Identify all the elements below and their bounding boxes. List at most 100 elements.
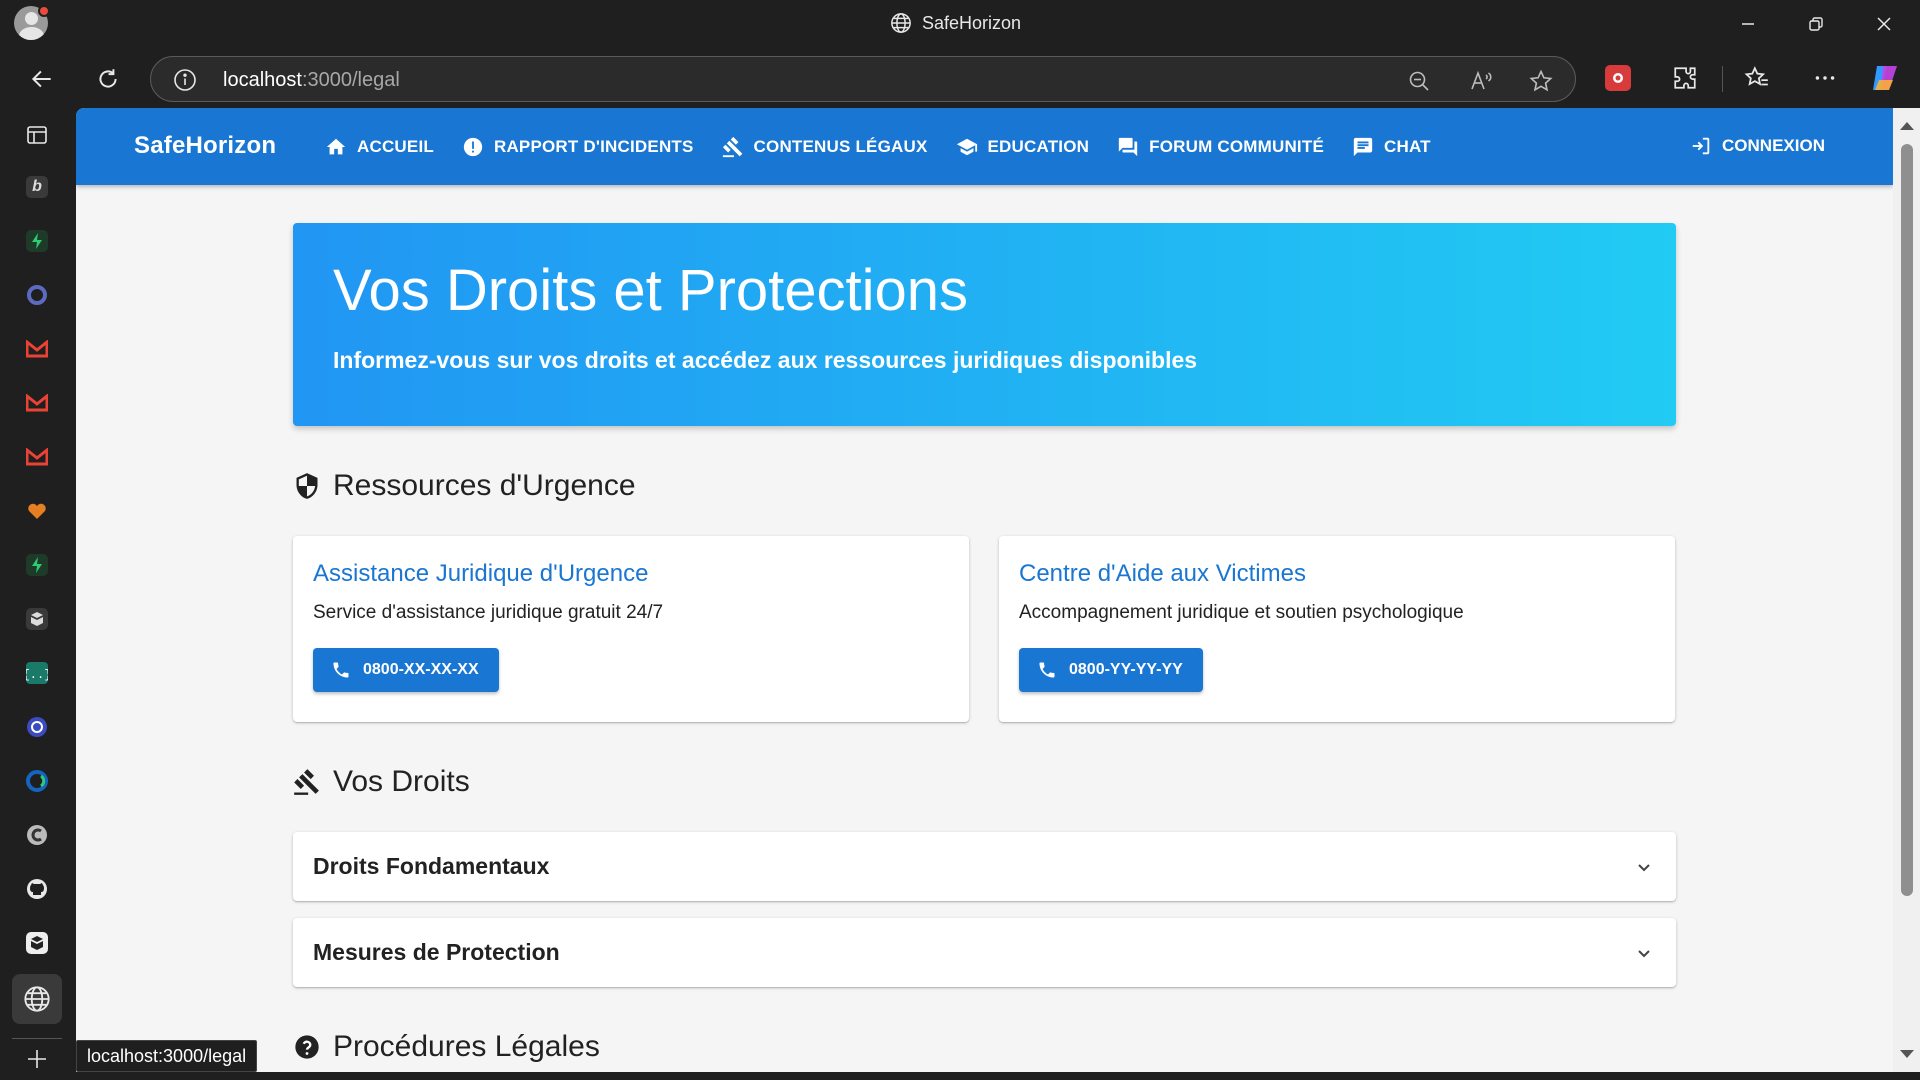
- tab-actions-icon[interactable]: [22, 120, 52, 150]
- nav-chat[interactable]: Chat: [1338, 125, 1445, 169]
- close-icon: [1877, 17, 1891, 31]
- accordion-item[interactable]: Mesures de Protection: [293, 918, 1676, 987]
- phone-icon: [333, 662, 349, 678]
- help-circle-icon: [295, 1035, 319, 1059]
- tab-favicon-cube-icon[interactable]: [22, 604, 52, 634]
- emergency-card: Assistance Juridique d'Urgence Service d…: [293, 536, 969, 722]
- tab-favicon-bolt-icon[interactable]: [22, 226, 52, 256]
- window-title: SafeHorizon: [890, 12, 1021, 34]
- extensions-puzzle-icon[interactable]: [1668, 61, 1702, 95]
- read-aloud-icon[interactable]: [1469, 69, 1493, 93]
- section-title-text: Procédures Légales: [333, 1030, 600, 1063]
- tab-favicon-github-icon[interactable]: [22, 874, 52, 904]
- restore-button[interactable]: [1796, 8, 1836, 40]
- login-button[interactable]: Connexion: [1676, 124, 1839, 168]
- section-rights: Vos Droits: [293, 762, 1676, 802]
- globe-icon: [891, 13, 911, 33]
- home-icon: [326, 138, 346, 154]
- chevron-down-icon: [1638, 863, 1650, 871]
- tab-favicon-heart-icon[interactable]: [22, 496, 52, 526]
- scrollbar-thumb[interactable]: [1901, 144, 1913, 896]
- tab-favicon-brackets-icon[interactable]: {..}: [22, 658, 52, 688]
- tab-favicon-cube-icon[interactable]: [22, 928, 52, 958]
- nav-rapport-incidents[interactable]: Rapport d'incidents: [448, 125, 708, 169]
- extension-red-icon[interactable]: [1601, 61, 1635, 95]
- page-scrollbar[interactable]: [1893, 108, 1920, 1072]
- zoom-out-icon[interactable]: [1407, 69, 1431, 93]
- tab-favicon-c-dark-icon[interactable]: [22, 820, 52, 850]
- vertical-tabs-sidebar: b {..}: [0, 108, 76, 1080]
- url-path: :3000/legal: [301, 69, 400, 91]
- shield-icon: [296, 473, 318, 499]
- page-content: Vos Droits et Protections Informez-vous …: [293, 223, 1676, 1067]
- window-title-text: SafeHorizon: [922, 12, 1022, 33]
- tab-favicon-gmail-icon[interactable]: [22, 388, 52, 418]
- login-label: Connexion: [1722, 136, 1825, 155]
- tab-favicon-bolt-icon[interactable]: [22, 550, 52, 580]
- tab-active-globe-icon[interactable]: [12, 974, 62, 1024]
- svg-text:{..}: {..}: [26, 668, 48, 682]
- arrow-left-icon: [31, 70, 51, 88]
- nav-forum[interactable]: Forum communité: [1103, 125, 1338, 169]
- address-bar[interactable]: localhost:3000/legal: [150, 56, 1576, 102]
- tab-favicon-gmail-icon[interactable]: [22, 442, 52, 472]
- call-button[interactable]: 0800-XX-XX-XX: [313, 648, 499, 692]
- more-options-icon[interactable]: [1808, 61, 1842, 95]
- alert-icon: [463, 137, 483, 156]
- call-button-label: 0800-XX-XX-XX: [363, 661, 479, 678]
- section-title-text: Vos Droits: [333, 765, 470, 798]
- copilot-icon[interactable]: [1868, 61, 1902, 95]
- nav-contenus-legaux[interactable]: Contenus légaux: [708, 125, 942, 169]
- tab-favicon-gmail-icon[interactable]: [22, 334, 52, 364]
- section-emergency: Ressources d'Urgence: [293, 466, 1676, 506]
- brand-logo[interactable]: SafeHorizon: [134, 132, 276, 160]
- card-title: Assistance Juridique d'Urgence: [313, 560, 649, 587]
- close-button[interactable]: [1864, 8, 1904, 40]
- back-button[interactable]: [25, 62, 59, 96]
- card-description: Accompagnement juridique et soutien psyc…: [1019, 602, 1464, 623]
- card-description: Service d'assistance juridique gratuit 2…: [313, 602, 664, 623]
- nav-label: Chat: [1383, 136, 1431, 156]
- favorite-star-icon[interactable]: [1529, 69, 1553, 93]
- hero-banner: Vos Droits et Protections Informez-vous …: [293, 223, 1676, 426]
- login-icon: [1692, 137, 1710, 155]
- sidebar-divider: [12, 1038, 62, 1039]
- tab-favicon-ring-icon[interactable]: [22, 280, 52, 310]
- call-button-label: 0800-YY-YY-YY: [1069, 661, 1183, 678]
- nav-accueil[interactable]: Accueil: [311, 125, 448, 169]
- nav-label: Rapport d'incidents: [493, 136, 694, 156]
- scroll-up-arrow-icon[interactable]: [1900, 122, 1914, 130]
- url-text[interactable]: localhost:3000/legal: [223, 69, 400, 92]
- nav-label: Education: [987, 136, 1090, 156]
- card-title: Centre d'Aide aux Victimes: [1019, 560, 1306, 587]
- tab-favicon-bold-b-icon[interactable]: b: [22, 172, 52, 202]
- forum-icon: [1118, 137, 1138, 156]
- scroll-down-arrow-icon[interactable]: [1900, 1050, 1914, 1058]
- tab-favicon-c-icon[interactable]: [22, 766, 52, 796]
- reload-icon: [99, 69, 117, 88]
- accordion-item[interactable]: Droits Fondamentaux: [293, 832, 1676, 901]
- main-nav: Accueil Rapport d'incidents Contenus lég…: [311, 108, 1445, 185]
- reload-button[interactable]: [91, 62, 125, 96]
- school-icon: [956, 138, 977, 155]
- app-bar: SafeHorizon Accueil Rapport d'incidents …: [76, 108, 1893, 185]
- hero-subtitle: Informez-vous sur vos droits et accédez …: [333, 347, 1198, 373]
- hero-title: Vos Droits et Protections: [333, 258, 969, 323]
- profile-notification-dot: [38, 5, 50, 17]
- nav-education[interactable]: Education: [942, 125, 1104, 169]
- minimize-icon: [1742, 23, 1754, 25]
- page-viewport: SafeHorizon Accueil Rapport d'incidents …: [76, 108, 1893, 1072]
- site-info-icon[interactable]: [173, 68, 197, 97]
- minimize-button[interactable]: [1728, 8, 1768, 40]
- status-link-tooltip: localhost:3000/legal: [76, 1040, 258, 1072]
- tab-favicon-circle-m-icon[interactable]: [22, 712, 52, 742]
- section-procedures: Procédures Légales: [293, 1027, 1676, 1067]
- browser-toolbar: localhost:3000/legal: [0, 48, 1920, 108]
- section-title-text: Ressources d'Urgence: [333, 469, 636, 502]
- favorites-icon[interactable]: [1740, 61, 1774, 95]
- new-tab-plus-icon[interactable]: [22, 1044, 52, 1074]
- gavel-icon: [294, 769, 319, 795]
- restore-icon: [1809, 17, 1823, 31]
- call-button[interactable]: 0800-YY-YY-YY: [1019, 648, 1203, 692]
- gavel-icon: [722, 136, 742, 157]
